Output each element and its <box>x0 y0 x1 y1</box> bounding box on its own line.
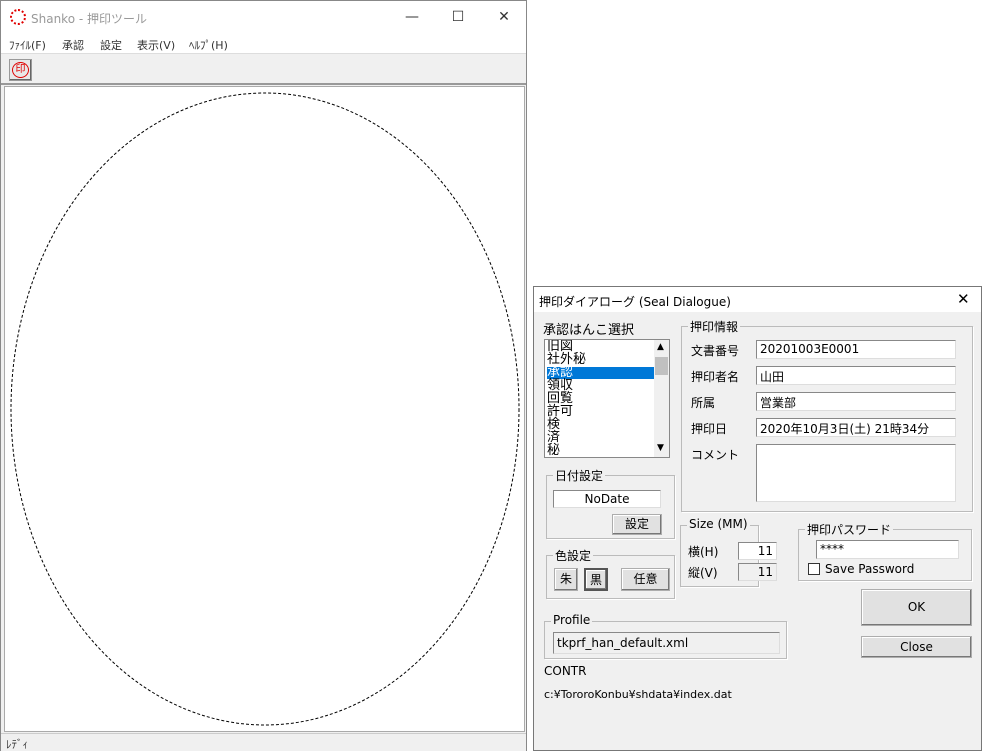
seal-listbox[interactable]: 旧図 社外秘 承認 領収 回覧 許可 検 済 秘 ▲ ▼ <box>544 339 670 458</box>
date-set-button[interactable]: 設定 <box>612 514 662 535</box>
menu-settings[interactable]: 設定 <box>100 37 122 53</box>
height-input[interactable]: 11 <box>738 563 777 581</box>
scroll-thumb[interactable] <box>655 357 668 375</box>
doc-number-label: 文書番号 <box>691 344 740 358</box>
dialog-title-bar: 押印ダイアローグ (Seal Dialogue) ✕ <box>534 287 981 312</box>
stamper-name-label: 押印者名 <box>691 370 740 384</box>
department-label: 所属 <box>691 396 716 410</box>
color-group-label: 色設定 <box>553 547 594 564</box>
title-bar: Shanko - 押印ツール — ☐ ✕ <box>1 1 526 34</box>
seal-info-label: 押印情報 <box>688 318 741 335</box>
password-input[interactable]: **** <box>816 540 959 559</box>
list-item[interactable]: 済 <box>547 431 656 444</box>
save-password-label: Save Password <box>825 562 915 576</box>
status-bar: ﾚﾃﾞｨ <box>1 733 526 751</box>
scroll-down-icon[interactable]: ▼ <box>657 443 664 453</box>
dialog-close-icon[interactable]: ✕ <box>957 290 970 308</box>
custom-color-button[interactable]: 任意 <box>621 568 670 591</box>
profile-group: Profile tkprf_han_default.xml <box>544 613 787 659</box>
doc-number-input[interactable]: 20201003E0001 <box>756 340 956 359</box>
toolbar: 印 <box>1 54 526 85</box>
main-window: Shanko - 押印ツール — ☐ ✕ ﾌｧｲﾙ(F) 承認 設定 表示(V)… <box>0 0 527 751</box>
date-group-label: 日付設定 <box>553 467 606 484</box>
stamper-name-input[interactable]: 山田 <box>756 366 956 385</box>
menu-approve[interactable]: 承認 <box>62 37 84 53</box>
ok-button[interactable]: OK <box>861 589 972 626</box>
list-item[interactable]: 秘 <box>547 444 656 457</box>
comment-textarea[interactable] <box>756 444 956 502</box>
date-field[interactable]: NoDate <box>553 490 661 508</box>
comment-label: コメント <box>691 448 740 462</box>
seal-info-group: 押印情報 文書番号 20201003E0001 押印者名 山田 所属 営業部 押… <box>681 318 973 512</box>
list-item[interactable]: 検 <box>547 418 656 431</box>
color-group: 色設定 朱 黒 任意 <box>546 547 675 599</box>
minimize-button[interactable]: — <box>389 1 435 34</box>
listbox-scrollbar[interactable]: ▲ ▼ <box>654 340 669 457</box>
seal-canvas[interactable] <box>4 86 525 732</box>
password-group-label: 押印パスワード <box>805 521 894 538</box>
close-dialog-button[interactable]: Close <box>861 636 972 658</box>
window-title: Shanko - 押印ツール <box>31 12 148 26</box>
size-group: Size (MM) 横(H) 11 縦(V) 11 <box>680 517 777 587</box>
profile-field[interactable]: tkprf_han_default.xml <box>553 632 780 654</box>
status-text: ﾚﾃﾞｨ <box>6 738 28 751</box>
contr-label: CONTR <box>544 664 587 678</box>
seal-dialog: 押印ダイアローグ (Seal Dialogue) ✕ 承認はんこ選択 旧図 社外… <box>533 286 982 751</box>
seal-outline <box>10 92 520 726</box>
height-label: 縦(V) <box>688 566 718 580</box>
save-password-checkbox[interactable] <box>808 563 820 575</box>
menu-view[interactable]: 表示(V) <box>137 37 175 53</box>
department-input[interactable]: 営業部 <box>756 392 956 411</box>
stamp-button[interactable]: 印 <box>9 59 32 81</box>
width-label: 横(H) <box>688 545 719 559</box>
seal-select-label: 承認はんこ選択 <box>543 323 635 338</box>
app-seal-icon <box>10 9 26 25</box>
menu-help[interactable]: ﾍﾙﾌﾟ(H) <box>189 37 228 53</box>
seal-stamp-icon: 印 <box>12 62 29 78</box>
dialog-title: 押印ダイアローグ (Seal Dialogue) <box>539 295 731 309</box>
stamp-date-label: 押印日 <box>691 422 728 436</box>
close-button[interactable]: ✕ <box>481 1 527 34</box>
date-group: 日付設定 NoDate 設定 <box>546 467 675 539</box>
profile-group-label: Profile <box>551 613 593 627</box>
black-button[interactable]: 黒 <box>584 568 608 591</box>
menu-bar: ﾌｧｲﾙ(F) 承認 設定 表示(V) ﾍﾙﾌﾟ(H) <box>1 34 526 54</box>
scroll-up-icon[interactable]: ▲ <box>657 342 664 352</box>
stamp-date-input[interactable]: 2020年10月3日(土) 21時34分 <box>756 418 956 437</box>
list-item[interactable]: 許可 <box>547 405 656 418</box>
data-path-label: c:¥TororoKonbu¥shdata¥index.dat <box>544 688 732 701</box>
menu-file[interactable]: ﾌｧｲﾙ(F) <box>9 37 46 53</box>
vermilion-button[interactable]: 朱 <box>554 568 578 591</box>
maximize-button[interactable]: ☐ <box>435 1 481 34</box>
password-group: 押印パスワード **** Save Password <box>798 521 972 581</box>
size-group-label: Size (MM) <box>687 517 750 531</box>
width-input[interactable]: 11 <box>738 542 777 560</box>
